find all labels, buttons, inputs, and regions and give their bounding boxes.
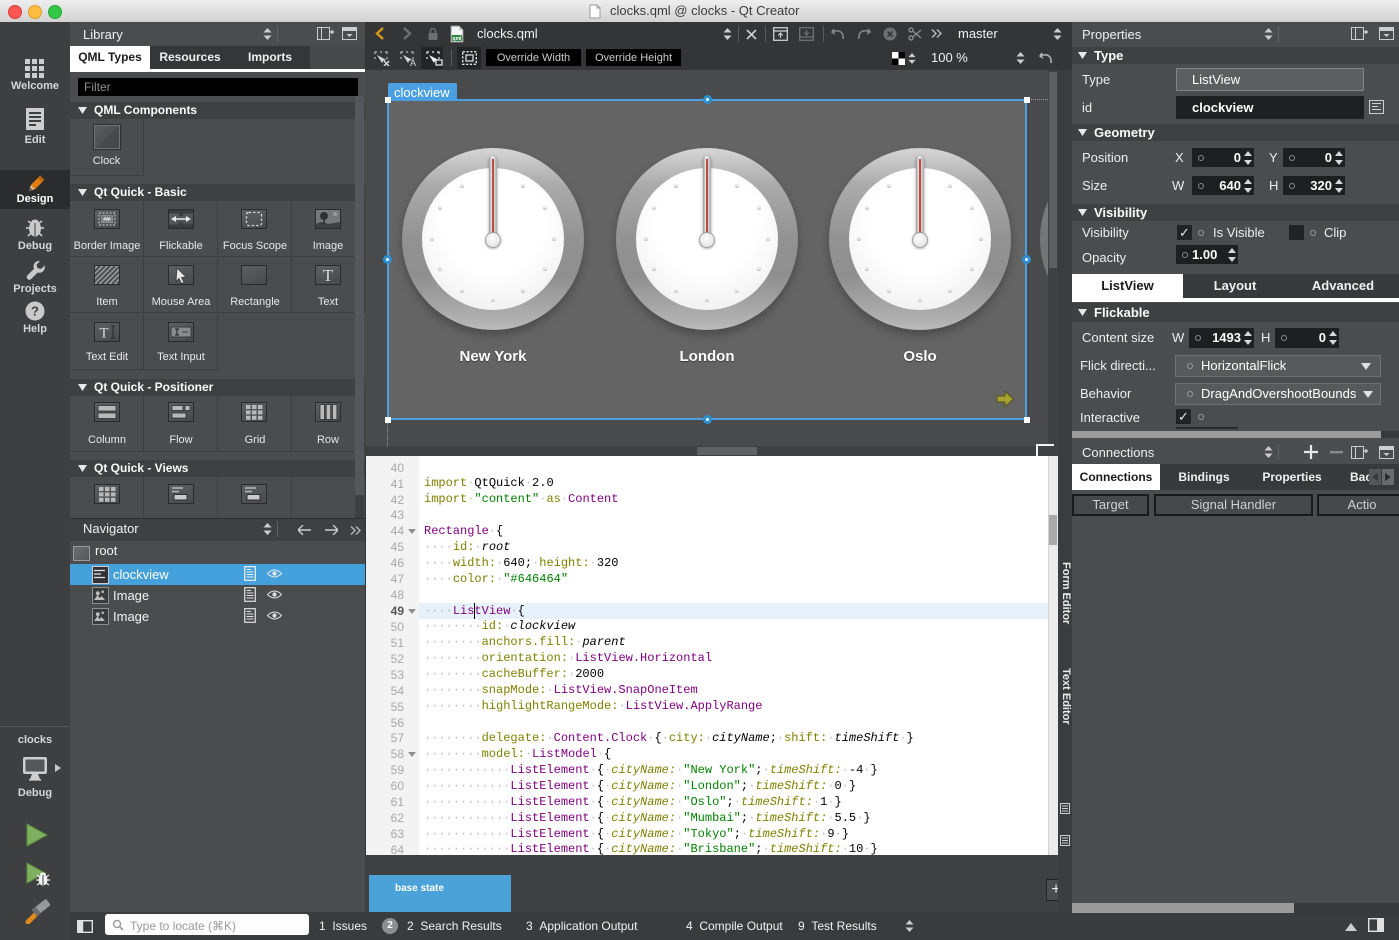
svg-text:A: A bbox=[410, 58, 416, 66]
svg-text:T: T bbox=[323, 266, 334, 284]
svg-text:qml: qml bbox=[453, 36, 463, 42]
svg-text:T: T bbox=[99, 326, 108, 342]
svg-text:?: ? bbox=[31, 304, 39, 319]
